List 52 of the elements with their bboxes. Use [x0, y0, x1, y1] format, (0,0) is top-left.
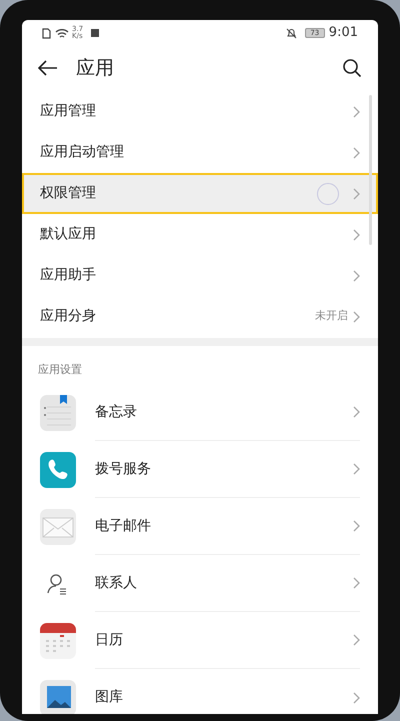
- menu-label: 默认应用: [40, 225, 96, 244]
- menu-label: 应用分身: [40, 307, 96, 326]
- chevron-right-icon: [353, 310, 360, 322]
- app-item[interactable]: 电子邮件: [22, 498, 378, 555]
- app-label: 电子邮件: [95, 516, 151, 536]
- menu-item[interactable]: 权限管理: [22, 173, 378, 214]
- chevron-right-icon: [353, 577, 360, 589]
- menu-item[interactable]: 默认应用: [22, 214, 378, 255]
- menu-item[interactable]: 应用管理: [22, 91, 378, 132]
- menu-item[interactable]: 应用分身 未开启: [22, 296, 378, 337]
- calendar-app-icon: [40, 622, 76, 658]
- menu-label: 应用管理: [40, 102, 96, 121]
- notes-app-icon: [40, 394, 76, 430]
- chevron-right-icon: [353, 520, 360, 532]
- menu-label: 权限管理: [40, 184, 96, 203]
- touch-indicator: [317, 182, 339, 204]
- app-label: 图库: [95, 688, 123, 707]
- status-time: 9:01: [328, 24, 358, 42]
- app-item[interactable]: 备忘录: [22, 384, 378, 441]
- menu-label: 应用启动管理: [40, 143, 124, 162]
- wifi-icon: [55, 28, 69, 38]
- chevron-right-icon: [353, 463, 360, 475]
- app-label: 拨号服务: [95, 460, 151, 478]
- app-label: 日历: [95, 630, 123, 650]
- bell-off-icon: [286, 28, 297, 38]
- chevron-right-icon: [353, 146, 360, 158]
- page-title: 应用: [76, 56, 114, 81]
- chevron-right-icon: [353, 406, 360, 418]
- section-title: 应用设置: [38, 363, 82, 376]
- chevron-right-icon: [353, 634, 360, 646]
- app-label: 联系人: [95, 574, 137, 592]
- menu-item[interactable]: 应用启动管理: [22, 132, 378, 173]
- chevron-right-icon: [353, 270, 360, 282]
- app-label: 备忘录: [95, 402, 137, 422]
- phone-app-icon: [40, 452, 76, 488]
- gallery-app-icon: [40, 680, 76, 714]
- mail-app-icon: [40, 508, 76, 544]
- back-arrow-icon[interactable]: [38, 60, 58, 76]
- chevron-right-icon: [353, 106, 360, 118]
- chevron-right-icon: [353, 188, 360, 200]
- app-item[interactable]: 图库: [22, 669, 378, 714]
- menu-value: 未开启: [315, 308, 348, 324]
- search-icon[interactable]: [342, 58, 362, 78]
- sim-icon: [42, 28, 51, 38]
- app-item[interactable]: 拨号服务: [22, 441, 378, 498]
- app-item[interactable]: 联系人: [22, 555, 378, 612]
- menu-item[interactable]: 应用助手: [22, 255, 378, 296]
- chevron-right-icon: [353, 692, 360, 704]
- notification-icon: [91, 29, 100, 37]
- app-item[interactable]: 日历: [22, 612, 378, 669]
- menu-label: 应用助手: [40, 266, 96, 285]
- chevron-right-icon: [353, 228, 360, 240]
